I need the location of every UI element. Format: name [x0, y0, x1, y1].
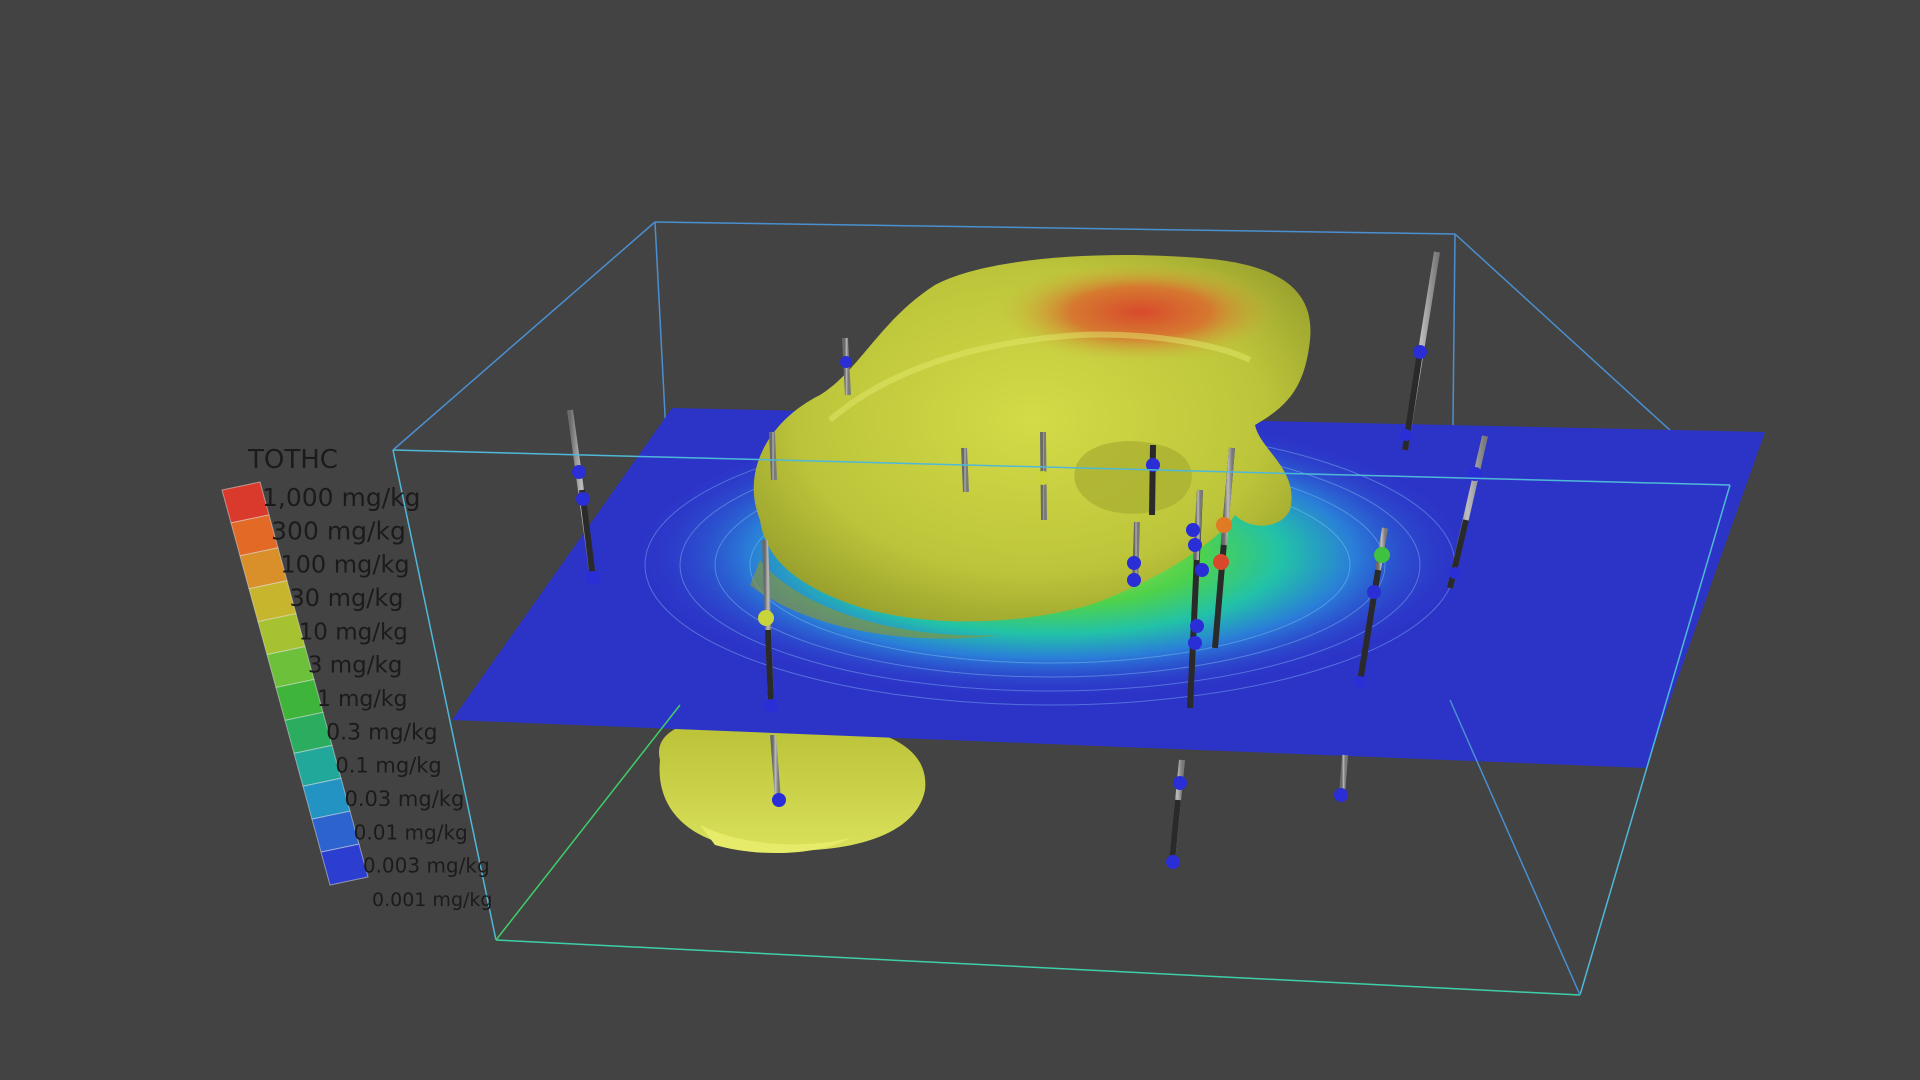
legend: TOTHC 1,000 mg/kg 300 mg/kg 100 mg/kg 30 mg…	[221, 445, 492, 911]
well	[769, 431, 777, 481]
3d-viewport[interactable]: TOTHC 1,000 mg/kg 300 mg/kg 100 mg/kg 30 mg…	[0, 0, 1920, 1080]
legend-label: 10 mg/kg	[299, 619, 408, 645]
well	[1400, 251, 1440, 451]
legend-label: 0.001 mg/kg	[372, 889, 492, 911]
legend-swatch	[320, 843, 369, 886]
scene-canvas[interactable]: TOTHC 1,000 mg/kg 300 mg/kg 100 mg/kg 30 mg…	[0, 0, 1920, 1080]
legend-label: 100 mg/kg	[280, 551, 409, 579]
legend-label: 30 mg/kg	[290, 584, 404, 612]
legend-label: 0.3 mg/kg	[326, 720, 438, 745]
legend-label: 0.03 mg/kg	[345, 787, 465, 811]
legend-title: TOTHC	[247, 445, 338, 475]
legend-label: 300 mg/kg	[271, 516, 406, 545]
legend-label: 1 mg/kg	[317, 687, 408, 712]
legend-label: 3 mg/kg	[308, 653, 403, 679]
legend-label: 0.1 mg/kg	[335, 754, 441, 778]
legend-label: 1,000 mg/kg	[262, 483, 421, 512]
legend-label: 0.01 mg/kg	[354, 820, 468, 844]
well	[961, 447, 969, 493]
legend-label: 0.003 mg/kg	[363, 854, 490, 878]
